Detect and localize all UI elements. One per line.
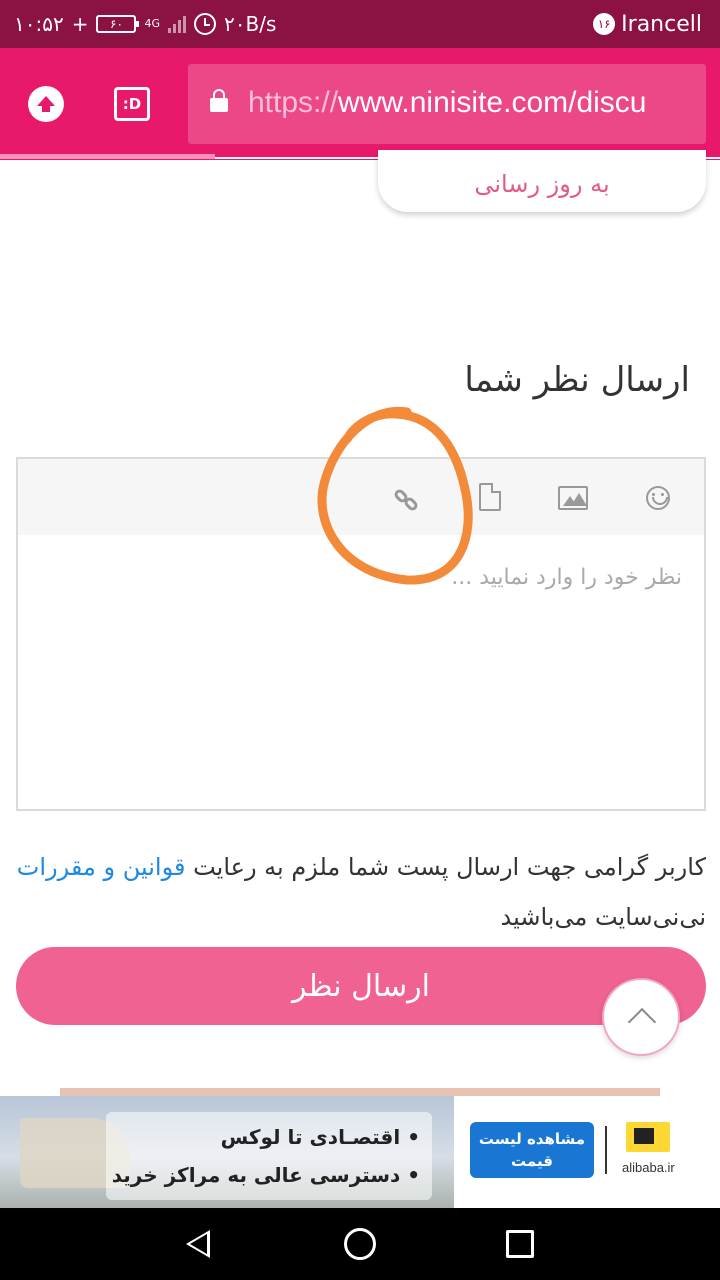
back-icon[interactable] [186,1230,210,1258]
carrier-name: Irancell [621,11,702,37]
sim-icon: ۱۶ [593,13,616,35]
alibaba-logo [626,1122,670,1152]
alarm-icon [194,13,217,35]
notice-prefix: کاربر گرامی جهت ارسال پست شما ملزم به رع… [185,853,706,881]
battery-icon: ۶۰ [96,15,140,33]
url-host: www.ninisite.com/discu [338,86,647,119]
annotation-circle [317,406,473,585]
ad-photo: اقتصـادی تا لوکس دسترسی عالی به مراکز خر… [0,1096,454,1208]
upload-icon[interactable] [28,86,64,122]
ad-brand: alibaba.ir [622,1160,675,1175]
battery-level: ۶۰ [110,17,123,31]
rules-notice: کاربر گرامی جهت ارسال پست شما ملزم به رع… [14,842,706,942]
page-load-progress [0,154,215,159]
file-icon[interactable] [479,483,501,511]
notice-suffix: نی‌نی‌سایت می‌باشید [500,903,706,931]
status-left: ۱۰:۵۲ + ۶۰ 4G ۲۰B/s [14,10,276,38]
emoji-icon[interactable] [646,486,670,510]
recents-icon[interactable] [506,1230,534,1258]
status-bar: ۱۰:۵۲ + ۶۰ 4G ۲۰B/s ۱۶ Irancell [0,0,720,48]
network-type: 4G [144,17,161,30]
address-bar[interactable]: https://www.ninisite.com/discu [188,64,706,144]
network-speed: ۲۰B/s [224,12,277,36]
url-scheme: https:// [248,86,339,119]
lock-icon [210,89,228,112]
ad-divider [605,1126,607,1174]
clock: ۱۰:۵۲ [14,12,64,36]
d-button[interactable]: :D [114,87,150,121]
plus-indicator: + [71,12,89,36]
sim-number: ۱۶ [597,17,611,31]
rules-link[interactable]: قوانین و مقررات [17,853,186,881]
update-button[interactable]: به روز رسانی [378,150,706,212]
status-right: ۱۶ Irancell [593,10,702,38]
section-title: ارسال نظر شما [464,360,690,400]
home-icon[interactable] [344,1228,376,1260]
chevron-up-icon[interactable] [602,978,680,1056]
ad-cta-button[interactable]: مشاهده لیست قیمت [470,1122,594,1178]
ad-line-1: اقتصـادی تا لوکس [106,1118,420,1156]
editor-placeholder[interactable]: نظر خود را وارد نمایید ... [451,565,682,590]
ad-banner[interactable]: اقتصـادی تا لوکس دسترسی عالی به مراکز خر… [0,1096,720,1208]
ad-copy: اقتصـادی تا لوکس دسترسی عالی به مراکز خر… [106,1112,432,1200]
url-text: https://www.ninisite.com/discu [248,86,646,120]
image-icon[interactable] [558,486,588,510]
system-nav-bar [0,1208,720,1280]
browser-toolbar: :D https://www.ninisite.com/discu [0,48,720,160]
signal-icon [168,15,187,33]
ad-line-2: دسترسی عالی به مراکز خرید [106,1156,420,1194]
